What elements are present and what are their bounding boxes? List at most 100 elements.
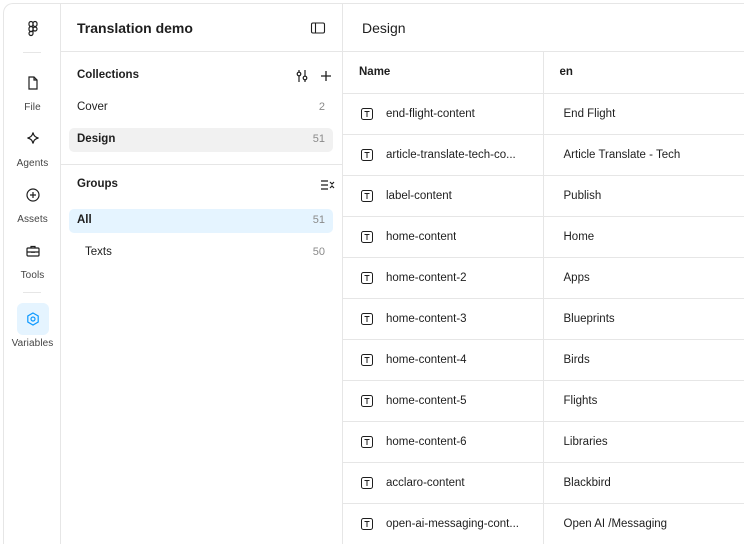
- rail-item-tools[interactable]: Tools: [4, 235, 61, 281]
- plus-circle-icon: [17, 179, 49, 211]
- collection-item-design[interactable]: Design 51: [69, 128, 333, 152]
- groups-header: Groups: [61, 165, 343, 205]
- table-row[interactable]: acclaro-content Blackbird: [343, 462, 744, 504]
- collections-header: Collections: [61, 56, 342, 96]
- variable-value: Publish: [563, 189, 602, 202]
- collection-title: Design: [362, 20, 406, 36]
- variable-name: home-content-5: [386, 394, 467, 407]
- variable-value-cell[interactable]: Flights: [543, 380, 744, 422]
- app-window: File Agents Assets Tools Variables Trans…: [3, 3, 744, 544]
- column-header-en[interactable]: en: [543, 52, 744, 94]
- variable-name: home-content-3: [386, 312, 467, 325]
- rail-item-agents[interactable]: Agents: [4, 123, 61, 169]
- collapse-groups-icon[interactable]: [319, 177, 335, 193]
- text-variable-icon: [361, 148, 373, 161]
- group-item-all[interactable]: All 51: [69, 209, 333, 233]
- variable-name: acclaro-content: [386, 476, 465, 489]
- table-row[interactable]: home-content-4 Birds: [343, 339, 744, 381]
- collection-count: 2: [318, 101, 325, 113]
- table-row[interactable]: home-content-3 Blueprints: [343, 298, 744, 340]
- group-item-texts[interactable]: Texts 50: [69, 241, 333, 265]
- left-rail: File Agents Assets Tools Variables: [4, 4, 61, 544]
- table-row[interactable]: article-translate-tech-co... Article Tra…: [343, 134, 744, 176]
- rail-item-variables[interactable]: Variables: [4, 303, 61, 349]
- variable-name-cell[interactable]: end-flight-content: [343, 93, 544, 135]
- variable-value-cell[interactable]: Apps: [543, 257, 744, 299]
- group-label: Texts: [85, 246, 112, 258]
- rail-label-variables: Variables: [11, 338, 54, 349]
- collection-count: 51: [312, 133, 325, 145]
- collection-label: Cover: [77, 101, 108, 113]
- figma-logo-icon[interactable]: [24, 20, 42, 38]
- variable-name: article-translate-tech-co...: [386, 148, 516, 161]
- sidebar-header: Translation demo: [61, 4, 342, 52]
- variable-value: Flights: [563, 394, 598, 407]
- table-row[interactable]: open-ai-messaging-cont... Open AI /Messa…: [343, 503, 744, 544]
- rail-item-file[interactable]: File: [4, 67, 61, 113]
- sidebar-toggle-icon[interactable]: [310, 20, 326, 36]
- variable-value: Blackbird: [563, 476, 611, 489]
- variable-name-cell[interactable]: label-content: [343, 175, 544, 217]
- variable-value-cell[interactable]: Article Translate - Tech: [543, 134, 744, 176]
- collections-title: Collections: [77, 69, 139, 81]
- table-row[interactable]: label-content Publish: [343, 175, 744, 217]
- text-variable-icon: [361, 394, 373, 407]
- variable-value: Home: [563, 230, 595, 243]
- variable-value-cell[interactable]: Libraries: [543, 421, 744, 463]
- rail-label-file: File: [24, 102, 41, 113]
- groups-title: Groups: [77, 178, 118, 190]
- text-variable-icon: [361, 189, 373, 202]
- toolbox-icon: [17, 235, 49, 267]
- variable-name-cell[interactable]: acclaro-content: [343, 462, 544, 504]
- variable-value: End Flight: [563, 107, 616, 120]
- text-variable-icon: [361, 517, 373, 530]
- text-variable-icon: [361, 312, 373, 325]
- table-row[interactable]: home-content-6 Libraries: [343, 421, 744, 463]
- variable-value: Open AI /Messaging: [563, 517, 668, 530]
- variables-table: Name en end-flight-content End Flight ar…: [343, 52, 744, 544]
- variable-name-cell[interactable]: home-content-4: [343, 339, 544, 381]
- file-title: Translation demo: [77, 20, 193, 36]
- rail-item-assets[interactable]: Assets: [4, 179, 61, 225]
- table-row[interactable]: end-flight-content End Flight: [343, 93, 744, 135]
- variable-value-cell[interactable]: Blueprints: [543, 298, 744, 340]
- rail-label-agents: Agents: [16, 158, 49, 169]
- collection-item-cover[interactable]: Cover 2: [69, 96, 333, 120]
- table-row[interactable]: home-content Home: [343, 216, 744, 258]
- table-row[interactable]: home-content-5 Flights: [343, 380, 744, 422]
- variable-value-cell[interactable]: Open AI /Messaging: [543, 503, 744, 544]
- variable-value-cell[interactable]: Publish: [543, 175, 744, 217]
- variable-name-cell[interactable]: article-translate-tech-co...: [343, 134, 544, 176]
- variable-name-cell[interactable]: home-content-5: [343, 380, 544, 422]
- variable-value: Blueprints: [563, 312, 615, 325]
- add-collection-icon[interactable]: [318, 68, 334, 84]
- rail-label-tools: Tools: [20, 270, 45, 281]
- variable-name-cell[interactable]: home-content-6: [343, 421, 544, 463]
- variable-name-cell[interactable]: home-content-2: [343, 257, 544, 299]
- text-variable-icon: [361, 435, 373, 448]
- table-row[interactable]: home-content-2 Apps: [343, 257, 744, 299]
- file-icon: [17, 67, 49, 99]
- collection-settings-icon[interactable]: [294, 68, 310, 84]
- variables-sidebar: Translation demo Collections Cover 2 Des…: [61, 4, 343, 544]
- variable-name: home-content-6: [386, 435, 467, 448]
- variable-value: Article Translate - Tech: [563, 148, 681, 161]
- variable-value: Apps: [563, 271, 590, 284]
- sparkle-icon: [17, 123, 49, 155]
- text-variable-icon: [361, 230, 373, 243]
- group-count: 50: [312, 246, 325, 258]
- group-label: All: [77, 214, 92, 226]
- variables-table-panel: Design Name en end-flight-content End Fl…: [343, 4, 744, 544]
- variable-name: open-ai-messaging-cont...: [386, 517, 519, 530]
- column-header-name[interactable]: Name: [343, 52, 544, 94]
- variable-value-cell[interactable]: Birds: [543, 339, 744, 381]
- variable-name-cell[interactable]: home-content: [343, 216, 544, 258]
- variable-value-cell[interactable]: End Flight: [543, 93, 744, 135]
- variable-name-cell[interactable]: open-ai-messaging-cont...: [343, 503, 544, 544]
- text-variable-icon: [361, 271, 373, 284]
- text-variable-icon: [361, 353, 373, 366]
- variable-value-cell[interactable]: Home: [543, 216, 744, 258]
- variable-name-cell[interactable]: home-content-3: [343, 298, 544, 340]
- variable-name: home-content-2: [386, 271, 467, 284]
- variable-value-cell[interactable]: Blackbird: [543, 462, 744, 504]
